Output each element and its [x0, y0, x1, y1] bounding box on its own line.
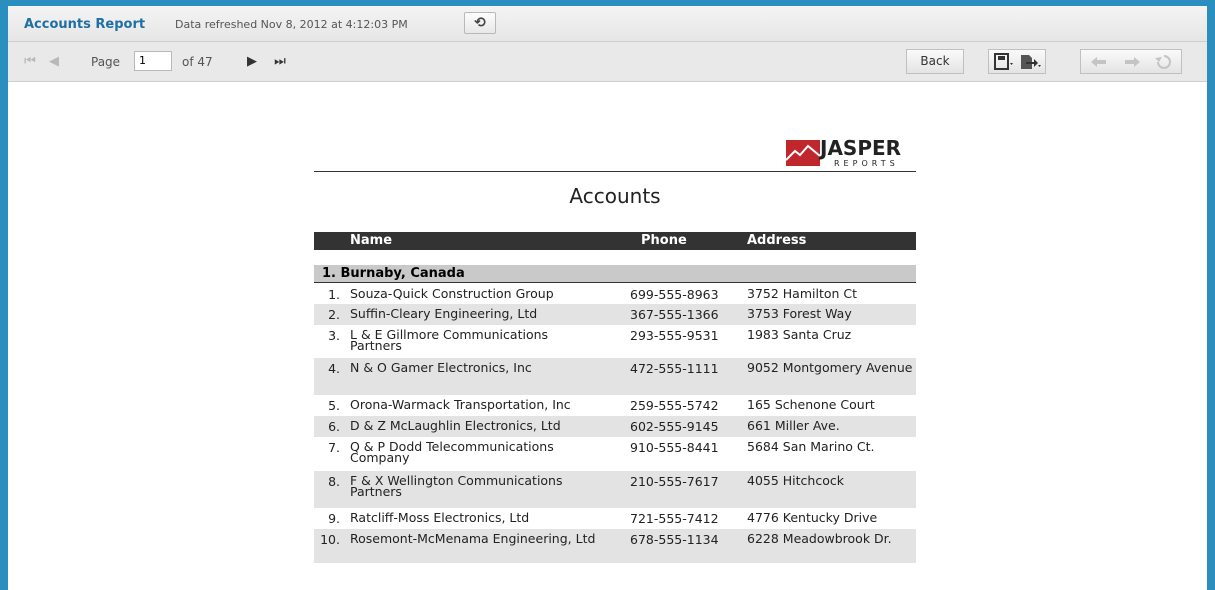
column-header-address: Address	[747, 233, 807, 248]
account-phone: 210-555-7617	[630, 474, 719, 489]
page-number-input[interactable]: 1	[134, 51, 172, 71]
row-number: 5.	[328, 398, 340, 413]
page-label: Page	[91, 55, 121, 69]
last-page-icon[interactable]: ⏭	[270, 50, 290, 74]
data-refreshed-text: Data refreshed Nov 8, 2012 at 4:12:03 PM	[175, 18, 408, 31]
page-count: of 47	[182, 55, 213, 69]
header-rule	[314, 171, 916, 172]
reset-icon[interactable]	[1153, 53, 1175, 71]
report-heading: Accounts	[569, 184, 661, 208]
account-address: 165 Schenone Court	[747, 397, 875, 412]
logo-mountain-icon	[786, 140, 820, 166]
account-name: Ratcliff-Moss Electronics, Ltd	[350, 510, 530, 525]
account-address: 4055 Hitchcock	[747, 473, 844, 488]
prev-page-icon[interactable]: ◀	[44, 50, 64, 74]
table-row: 10. Rosemont-McMenama Engineering, Ltd 6…	[314, 529, 916, 563]
account-address: 661 Miller Ave.	[747, 418, 840, 433]
refresh-icon: ⟲	[474, 15, 486, 31]
table-row: 1. Souza-Quick Construction Group 699-55…	[314, 284, 916, 304]
undo-icon[interactable]	[1088, 53, 1110, 71]
account-name: Suffin-Cleary Engineering, Ltd	[350, 306, 538, 321]
jasper-reports-logo: JASPER REPORTS	[786, 136, 916, 172]
table-row: 9. Ratcliff-Moss Electronics, Ltd 721-55…	[314, 508, 916, 529]
account-name: F & X Wellington Communications Partners	[350, 473, 563, 499]
account-phone: 602-555-9145	[630, 419, 719, 434]
row-number: 8.	[328, 474, 340, 489]
account-name: Orona-Warmack Transportation, Inc	[350, 397, 571, 412]
logo-text: JASPER	[820, 136, 902, 160]
row-number: 7.	[328, 440, 340, 455]
account-name: Souza-Quick Construction Group	[350, 286, 554, 301]
row-number: 2.	[328, 307, 340, 322]
account-phone: 259-555-5742	[630, 398, 719, 413]
table-row: 3. L & E Gillmore Communications Partner…	[314, 325, 916, 358]
first-page-icon[interactable]: ⏮	[20, 50, 40, 74]
toolbar: ⏮ ◀ Page 1 of 47 ▶ ⏭ Back	[8, 42, 1207, 82]
table-row: 6. D & Z McLaughlin Electronics, Ltd 602…	[314, 416, 916, 437]
row-number: 3.	[328, 328, 340, 343]
save-icon[interactable]	[993, 53, 1015, 71]
next-page-icon[interactable]: ▶	[242, 50, 262, 74]
column-header-name: Name	[350, 233, 393, 248]
refresh-button[interactable]: ⟲	[464, 12, 496, 34]
group-header: 1. Burnaby, Canada	[314, 265, 916, 283]
row-number: 10.	[320, 532, 340, 547]
redo-icon[interactable]	[1121, 53, 1143, 71]
account-phone: 472-555-1111	[630, 361, 719, 376]
account-address: 4776 Kentucky Drive	[747, 510, 878, 525]
account-phone: 293-555-9531	[630, 328, 719, 343]
account-address: 9052 Montgomery Avenue	[747, 360, 913, 375]
account-name: D & Z McLaughlin Electronics, Ltd	[350, 418, 561, 433]
account-address: 5684 San Marino Ct.	[747, 439, 875, 454]
group-label: 1. Burnaby, Canada	[322, 266, 465, 281]
account-phone: 910-555-8441	[630, 440, 719, 455]
row-number: 1.	[328, 287, 340, 302]
report-header: Accounts Report Data refreshed Nov 8, 20…	[8, 6, 1207, 42]
account-phone: 367-555-1366	[630, 307, 719, 322]
account-address: 1983 Santa Cruz	[747, 327, 852, 342]
row-number: 6.	[328, 419, 340, 434]
account-address: 6228 Meadowbrook Dr.	[747, 531, 892, 546]
row-number: 4.	[328, 361, 340, 376]
back-button[interactable]: Back	[906, 49, 964, 74]
account-name: N & O Gamer Electronics, Inc	[350, 360, 532, 375]
undo-redo-group	[1080, 49, 1182, 74]
report-title: Accounts Report	[24, 17, 146, 32]
account-phone: 699-555-8963	[630, 287, 719, 302]
table-row: 7. Q & P Dodd Telecommunications Company…	[314, 437, 916, 471]
account-address: 3752 Hamilton Ct	[747, 286, 858, 301]
account-phone: 721-555-7412	[630, 511, 719, 526]
table-header: Name Phone Address	[314, 232, 916, 250]
table-row: 2. Suffin-Cleary Engineering, Ltd 367-55…	[314, 304, 916, 325]
table-row: 5. Orona-Warmack Transportation, Inc 259…	[314, 395, 916, 416]
account-address: 3753 Forest Way	[747, 306, 852, 321]
row-number: 9.	[328, 511, 340, 526]
account-name: Rosemont-McMenama Engineering, Ltd	[350, 531, 596, 546]
table-body: 1. Souza-Quick Construction Group 699-55…	[314, 284, 916, 563]
account-name: L & E Gillmore Communications Partners	[350, 327, 549, 353]
logo-subtext: REPORTS	[834, 159, 899, 168]
account-name: Q & P Dodd Telecommunications Company	[350, 439, 554, 465]
export-group	[988, 49, 1046, 74]
table-row: 4. N & O Gamer Electronics, Inc 472-555-…	[314, 358, 916, 395]
table-row: 8. F & X Wellington Communications Partn…	[314, 471, 916, 508]
account-phone: 678-555-1134	[630, 532, 719, 547]
export-icon[interactable]	[1019, 53, 1043, 71]
column-header-phone: Phone	[641, 233, 687, 248]
